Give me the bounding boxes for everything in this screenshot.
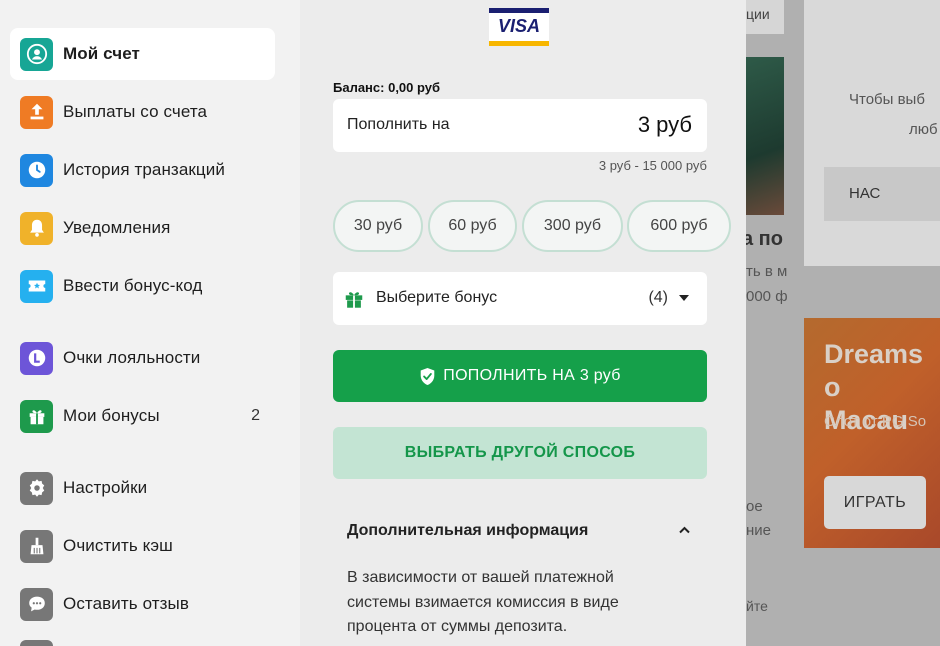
amount-input-label: Пополнить на	[347, 116, 450, 133]
bell-icon	[20, 211, 53, 245]
bonus-count-badge: 2	[251, 407, 260, 424]
bonus-select-count: (4)	[648, 289, 668, 306]
sidebar-item-label: Мои бонусы	[63, 406, 160, 425]
additional-info-title[interactable]: Дополнительная информация	[347, 522, 588, 540]
background-banner-image	[746, 57, 784, 215]
deposit-button-label: ПОПОЛНИТЬ НА 3 руб	[443, 367, 621, 384]
visa-logo-bottom-bar	[489, 41, 549, 46]
preset-amount-chip[interactable]: 300 руб	[522, 200, 623, 252]
background-page: ции а по ть в м 000 ф Чтобы выб люб НАС …	[746, 0, 940, 646]
upload-icon	[20, 95, 53, 129]
promo-title-line: Dreams o	[824, 339, 924, 402]
caret-down-icon	[679, 295, 689, 301]
sidebar-item-feedback[interactable]: Оставить отзыв	[10, 578, 275, 630]
bonus-select[interactable]: Выберите бонус (4)	[333, 272, 707, 325]
ticket-icon	[20, 269, 53, 303]
background-card-text: Чтобы выб	[849, 91, 925, 108]
amount-input[interactable]: Пополнить на 3 руб	[333, 99, 707, 152]
user-circle-icon	[20, 37, 53, 71]
promo-subtitle: Слот от PG So	[824, 413, 927, 430]
deposit-panel: VISA Баланс: 0,00 руб Пополнить на 3 руб…	[300, 0, 746, 646]
sidebar-item-label: Ввести бонус-код	[63, 276, 203, 295]
bonus-select-label: Выберите бонус	[376, 289, 498, 306]
background-tab-text: ции	[746, 6, 770, 22]
balance-label: Баланс: 0,00 руб	[333, 80, 441, 95]
sidebar-item-transactions[interactable]: История транзакций	[10, 144, 275, 196]
sidebar-item-label: Мой счет	[63, 44, 140, 63]
visa-logo-top-bar	[489, 8, 549, 13]
background-tab: ции	[746, 0, 784, 34]
gift-icon	[343, 288, 365, 310]
sidebar-item-label: Уведомления	[63, 218, 171, 237]
choose-other-method-button[interactable]: ВЫБРАТЬ ДРУГОЙ СПОСОБ	[333, 427, 707, 479]
gear-icon	[20, 471, 53, 505]
sidebar-item-label: Оставить отзыв	[63, 594, 189, 613]
background-card-text: люб	[909, 121, 938, 138]
sidebar-item-my-bonuses[interactable]: Мои бонусы 2	[10, 390, 275, 442]
clock-icon	[20, 153, 53, 187]
sidebar-item-notifications[interactable]: Уведомления	[10, 202, 275, 254]
sidebar-item-withdrawals[interactable]: Выплаты со счета	[10, 86, 275, 138]
sidebar-item-label: История транзакций	[63, 160, 225, 179]
preset-amount-chip[interactable]: 600 руб	[627, 200, 731, 252]
sidebar-item-my-account[interactable]: Мой счет	[10, 28, 275, 80]
sidebar-item-label: Очистить кэш	[63, 536, 173, 555]
shield-check-icon	[420, 367, 435, 385]
background-line: 000 ф	[746, 288, 788, 305]
visa-logo: VISA	[489, 8, 549, 46]
deposit-button[interactable]: ПОПОЛНИТЬ НА 3 руб	[333, 350, 707, 402]
background-card-button-text: НАС	[849, 185, 881, 202]
sidebar-item-loyalty[interactable]: Очки лояльности	[10, 332, 275, 384]
sidebar-menu: Мой счет Выплаты со счета История транза…	[0, 0, 300, 646]
background-fragment: ние	[746, 522, 772, 539]
preset-amount-chip[interactable]: 60 руб	[428, 200, 517, 252]
sidebar-next-item-icon	[20, 640, 53, 646]
background-fragment: йте	[746, 598, 768, 614]
visa-logo-text: VISA	[497, 16, 540, 36]
chat-icon	[20, 587, 53, 621]
gift-icon	[20, 399, 53, 433]
background-card: Чтобы выб люб	[804, 0, 940, 266]
broom-icon	[20, 529, 53, 563]
additional-info-text: В зависимости от вашей платежной системы…	[347, 569, 619, 635]
background-line: ть в м	[746, 263, 788, 280]
sidebar-item-label: Очки лояльности	[63, 348, 201, 367]
background-promo-card: Dreams o Macau Слот от PG So ИГРАТЬ	[804, 318, 940, 548]
sidebar-item-label: Выплаты со счета	[63, 102, 208, 121]
chevron-up-icon[interactable]	[679, 526, 690, 534]
sidebar-item-label: Настройки	[63, 478, 148, 497]
background-fragment: ое	[746, 498, 763, 515]
sidebar-item-bonus-code[interactable]: Ввести бонус-код	[10, 260, 275, 312]
amount-range-hint: 3 руб - 15 000 руб	[598, 158, 707, 173]
play-button: ИГРАТЬ	[824, 476, 926, 529]
sidebar-item-clear-cache[interactable]: Очистить кэш	[10, 520, 275, 572]
sidebar-item-settings[interactable]: Настройки	[10, 462, 275, 514]
loyalty-icon	[20, 341, 53, 375]
background-heading: а по	[746, 228, 783, 250]
preset-amount-chip[interactable]: 30 руб	[333, 200, 423, 252]
background-card-button: НАС	[824, 167, 940, 221]
amount-input-value[interactable]: 3 руб	[638, 112, 692, 138]
